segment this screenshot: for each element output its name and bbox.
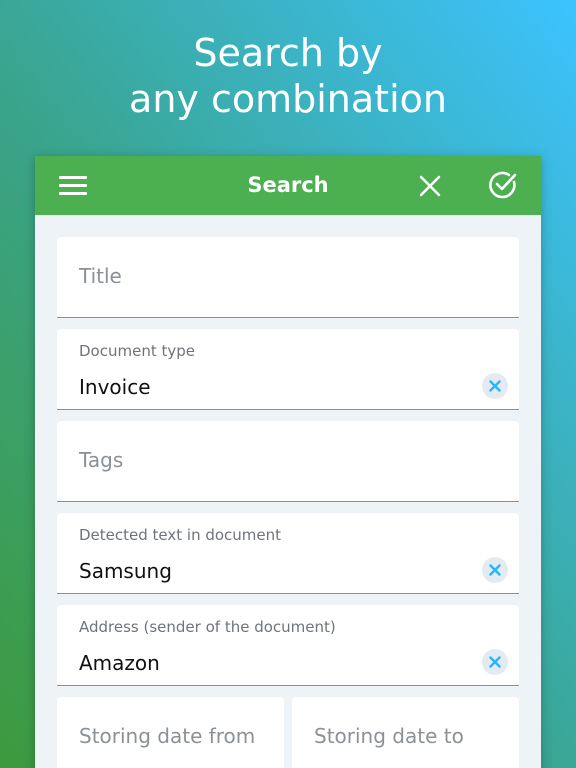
address-field[interactable]: Address (sender of the document) Amazon — [57, 605, 519, 686]
storing-date-to-field[interactable]: Storing date to — [292, 697, 519, 768]
clear-x-icon — [489, 564, 501, 576]
document-type-value: Invoice — [79, 375, 151, 399]
tags-placeholder: Tags — [79, 448, 124, 472]
clear-document-type-button[interactable] — [482, 373, 508, 399]
clear-x-icon — [489, 380, 501, 392]
storing-date-from-placeholder: Storing date from — [79, 724, 256, 748]
clear-address-button[interactable] — [482, 649, 508, 675]
close-icon[interactable] — [417, 173, 443, 199]
document-type-label: Document type — [79, 342, 195, 360]
address-value: Amazon — [79, 651, 160, 675]
toolbar-title: Search — [247, 173, 329, 197]
tags-field[interactable]: Tags — [57, 421, 519, 502]
storing-date-from-field[interactable]: Storing date from — [57, 697, 284, 768]
title-field[interactable]: Title — [57, 237, 519, 318]
clear-detected-text-button[interactable] — [482, 557, 508, 583]
promo-headline: Search by any combination — [0, 30, 576, 122]
search-panel: Search Title Document type Invoice Tags … — [35, 156, 541, 768]
detected-text-value: Samsung — [79, 559, 172, 583]
app-toolbar: Search — [35, 156, 541, 215]
detected-text-label: Detected text in document — [79, 526, 282, 544]
headline-line-1: Search by — [193, 31, 383, 75]
hamburger-menu-icon[interactable] — [59, 176, 87, 196]
title-placeholder: Title — [79, 264, 122, 288]
storing-date-to-placeholder: Storing date to — [314, 724, 464, 748]
clear-x-icon — [489, 656, 501, 668]
headline-line-2: any combination — [129, 77, 447, 121]
check-circle-icon[interactable] — [488, 170, 518, 200]
detected-text-field[interactable]: Detected text in document Samsung — [57, 513, 519, 594]
address-label: Address (sender of the document) — [79, 618, 336, 636]
document-type-field[interactable]: Document type Invoice — [57, 329, 519, 410]
